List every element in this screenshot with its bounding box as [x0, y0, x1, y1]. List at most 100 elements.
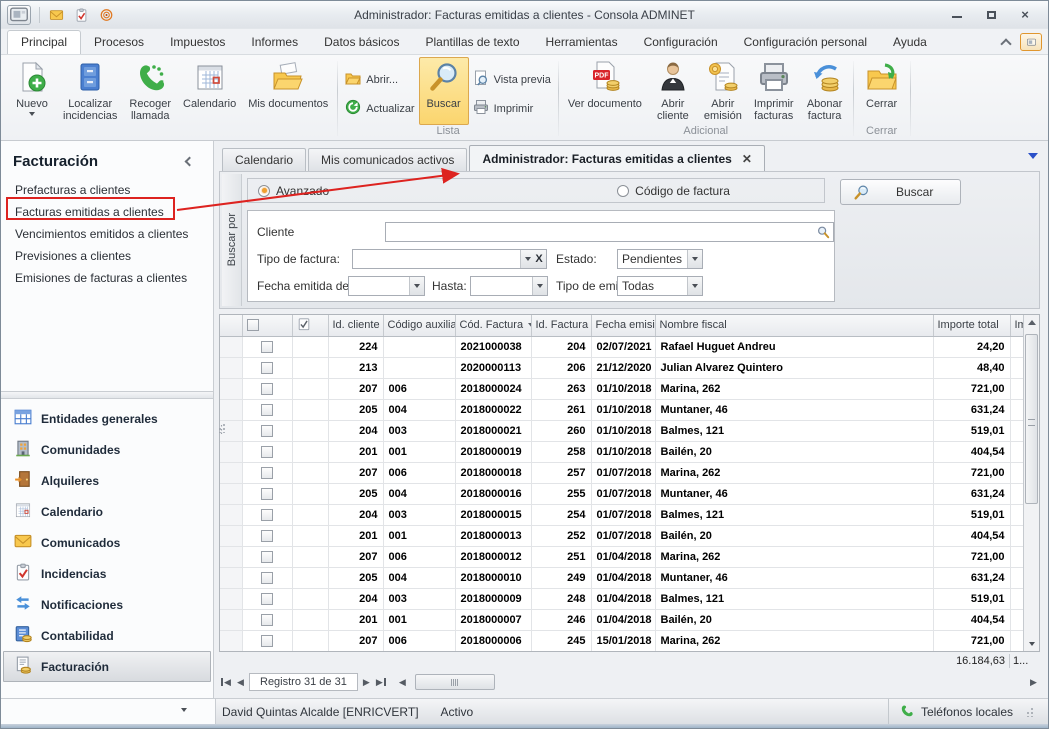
clear-tipo-factura-button[interactable]: X — [532, 249, 547, 269]
vertical-scrollbar[interactable] — [1023, 315, 1039, 651]
collapse-ribbon-icon[interactable] — [1000, 38, 1011, 49]
document-tab-administrador-facturas-emitidas-a-clientes[interactable]: Administrador: Facturas emitidas a clien… — [469, 145, 764, 171]
previous-record-button[interactable]: ◀ — [234, 674, 247, 690]
row-checkbox[interactable] — [261, 446, 273, 458]
tab-list-dropdown-icon[interactable] — [1028, 153, 1038, 159]
radio-avanzado[interactable]: Avanzado — [258, 184, 329, 198]
ribbon-button-abrir-cliente[interactable]: Abrir cliente — [648, 57, 698, 123]
table-row[interactable]: 205004201800001625501/07/2018Muntaner, 4… — [220, 483, 1023, 504]
scroll-up-icon[interactable] — [1024, 315, 1039, 330]
scroll-left-button[interactable]: ◀ — [396, 674, 409, 690]
last-record-button[interactable]: ▶ — [375, 674, 388, 690]
document-tab-calendario[interactable]: Calendario — [222, 148, 306, 171]
ribbon-button-vista-previa[interactable]: Vista previa — [473, 70, 551, 89]
row-checkbox[interactable] — [261, 425, 273, 437]
radio-codigo-factura[interactable]: Código de factura — [617, 184, 730, 198]
sidebar-options-dropdown-icon[interactable] — [181, 708, 187, 712]
collapse-sidebar-icon[interactable] — [185, 157, 195, 167]
menu-tab-procesos[interactable]: Procesos — [81, 31, 157, 54]
sidebar-item-vencimientos-emitidos-a-clientes[interactable]: Vencimientos emitidos a clientes — [1, 223, 213, 245]
ribbon-button-imprimir-facturas[interactable]: Imprimir facturas — [748, 57, 800, 123]
sidebar-item-facturas-emitidas-a-clientes[interactable]: Facturas emitidas a clientes — [1, 201, 213, 223]
column-header-importe-truncated[interactable]: Impor — [1010, 315, 1023, 336]
ribbon-button-calendario[interactable]: Calendario — [177, 57, 242, 111]
ribbon-button-nuevo[interactable]: Nuevo — [7, 57, 57, 117]
row-checkbox[interactable] — [261, 509, 273, 521]
first-record-button[interactable]: ◀ — [219, 674, 232, 690]
menu-tab-impuestos[interactable]: Impuestos — [157, 31, 238, 54]
status-bar-phones[interactable]: Teléfonos locales — [888, 699, 1048, 724]
menu-tab-configuracion[interactable]: Configuración — [631, 31, 731, 54]
check-column-header[interactable] — [292, 315, 328, 336]
tipo-factura-combo[interactable] — [352, 249, 536, 269]
table-row[interactable]: 207006201800002426301/10/2018Marina, 262… — [220, 378, 1023, 399]
sidebar-nav-calendario[interactable]: Calendario — [3, 496, 211, 527]
sidebar-item-emisiones-de-facturas-a-clientes[interactable]: Emisiones de facturas a clientes — [1, 267, 213, 289]
sidebar-nav-entidades-generales[interactable]: Entidades generales — [3, 403, 211, 434]
hasta-combo[interactable] — [470, 276, 548, 296]
ribbon-button-actualizar[interactable]: Actualizar — [345, 99, 414, 118]
row-checkbox[interactable] — [261, 614, 273, 626]
column-header-fecha-emision[interactable]: Fecha emisión — [591, 315, 655, 336]
menu-tab-datos-basicos[interactable]: Datos básicos — [311, 31, 412, 54]
restore-button[interactable] — [980, 7, 1002, 23]
table-row[interactable]: 204003201800001525401/07/2018Balmes, 121… — [220, 504, 1023, 525]
table-row[interactable]: 213202000011320621/12/2020Julian Alvarez… — [220, 357, 1023, 378]
scroll-right-button[interactable]: ▶ — [1027, 674, 1040, 690]
menu-tab-herramientas[interactable]: Herramientas — [533, 31, 631, 54]
next-record-button[interactable]: ▶ — [360, 674, 373, 690]
sidebar-nav-comunicados[interactable]: Comunicados — [3, 527, 211, 558]
sidebar-splitter[interactable] — [1, 391, 213, 399]
vertical-splitter[interactable]: ⋮ — [214, 141, 217, 698]
horizontal-scrollbar-thumb[interactable] — [415, 674, 495, 690]
row-checkbox[interactable] — [261, 593, 273, 605]
row-checkbox[interactable] — [261, 635, 273, 647]
ribbon-button-abrir-emision[interactable]: Abrir emisión — [698, 57, 748, 123]
lookup-magnifier-icon[interactable] — [816, 225, 833, 239]
estado-combo[interactable]: Pendientes — [617, 249, 703, 269]
ribbon-button-imprimir[interactable]: Imprimir — [473, 99, 551, 118]
table-row[interactable]: 201001201800001925801/10/2018Bailén, 204… — [220, 441, 1023, 462]
table-row[interactable]: 204003201800002126001/10/2018Balmes, 121… — [220, 420, 1023, 441]
table-row[interactable]: 201001201800001325201/07/2018Bailén, 204… — [220, 525, 1023, 546]
table-row[interactable]: 205004201800001024901/04/2018Muntaner, 4… — [220, 567, 1023, 588]
horizontal-scrollbar[interactable] — [415, 674, 1025, 690]
close-button[interactable]: × — [1014, 7, 1036, 23]
table-row[interactable]: 201001201800000724601/04/2018Bailén, 204… — [220, 609, 1023, 630]
row-checkbox[interactable] — [261, 572, 273, 584]
column-header-id-cliente[interactable]: Id. cliente — [328, 315, 383, 336]
chevron-down-icon[interactable] — [532, 277, 547, 295]
column-header-importe-total[interactable]: Importe total — [933, 315, 1010, 336]
sidebar-nav-incidencias[interactable]: Incidencias — [3, 558, 211, 589]
sidebar-nav-notificaciones[interactable]: Notificaciones — [3, 589, 211, 620]
search-by-strip[interactable]: Buscar por — [222, 174, 242, 306]
table-row[interactable]: 205004201800002226101/10/2018Muntaner, 4… — [220, 399, 1023, 420]
ribbon-button-ver-documento[interactable]: PDFVer documento — [562, 57, 648, 111]
menu-tab-configuracion-personal[interactable]: Configuración personal — [731, 31, 880, 54]
app-mini-button[interactable] — [1020, 33, 1042, 51]
ribbon-button-mis-documentos[interactable]: Mis documentos — [242, 57, 334, 111]
table-row[interactable]: 207006201800001225101/04/2018Marina, 262… — [220, 546, 1023, 567]
column-header-codigo-auxiliar[interactable]: Código auxiliar — [383, 315, 455, 336]
menu-tab-informes[interactable]: Informes — [238, 31, 311, 54]
menu-tab-ayuda[interactable]: Ayuda — [880, 31, 940, 54]
scrollbar-thumb[interactable] — [1025, 334, 1038, 504]
select-all-header[interactable] — [242, 315, 292, 336]
fecha-desde-combo[interactable] — [348, 276, 425, 296]
minimize-button[interactable] — [946, 7, 968, 23]
row-checkbox[interactable] — [261, 467, 273, 479]
chevron-down-icon[interactable] — [687, 250, 702, 268]
table-row[interactable]: 224202100003820402/07/2021Rafael Huguet … — [220, 336, 1023, 357]
sidebar-nav-comunidades[interactable]: Comunidades — [3, 434, 211, 465]
document-tab-mis-comunicados-activos[interactable]: Mis comunicados activos — [308, 148, 467, 171]
ribbon-button-recoger-llamada[interactable]: Recoger llamada — [123, 57, 177, 123]
sidebar-nav-facturacion[interactable]: Facturación — [3, 651, 211, 682]
column-header-nombre-fiscal[interactable]: Nombre fiscal — [655, 315, 933, 336]
sidebar-item-previsiones-a-clientes[interactable]: Previsiones a clientes — [1, 245, 213, 267]
column-header-id-factura[interactable]: Id. Factura — [531, 315, 591, 336]
close-tab-icon[interactable]: ✕ — [742, 152, 752, 166]
row-checkbox[interactable] — [261, 530, 273, 542]
ribbon-button-buscar[interactable]: Buscar — [419, 57, 469, 125]
cliente-input[interactable] — [386, 224, 816, 240]
select-all-checkbox[interactable] — [247, 319, 259, 331]
